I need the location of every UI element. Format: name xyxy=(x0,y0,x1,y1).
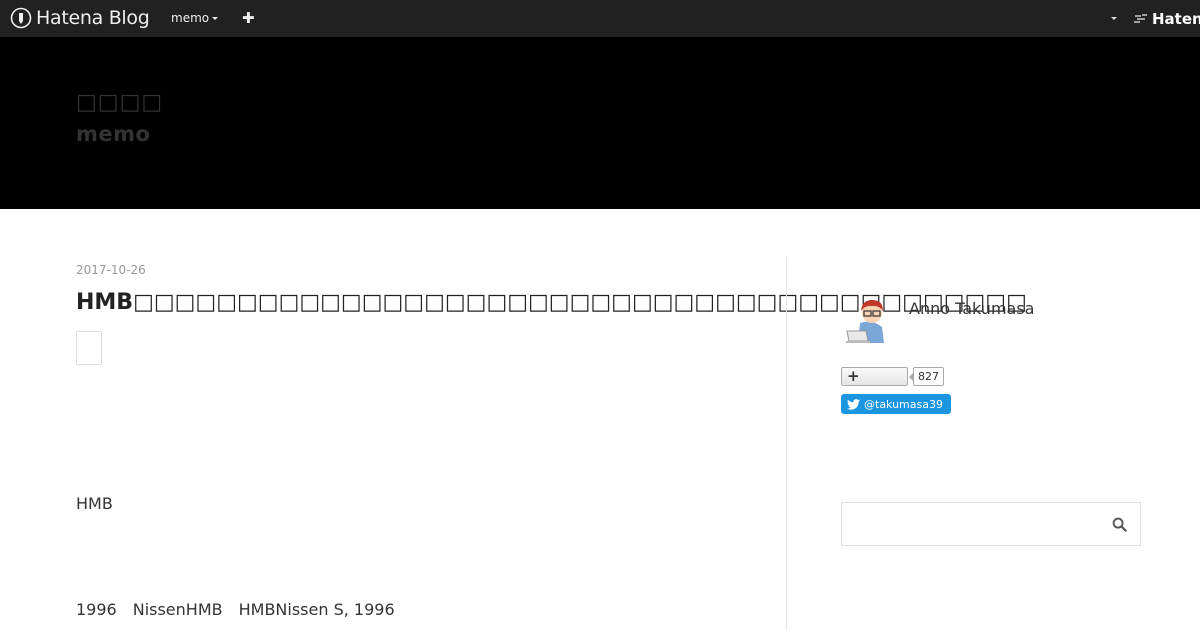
logo-text: Hatena Blog xyxy=(36,7,150,29)
author-avatar-icon xyxy=(846,300,884,343)
follower-count: 827 xyxy=(909,367,944,386)
hatena-label: Hatena xyxy=(1152,10,1200,28)
blog-subtitle: memo xyxy=(76,122,151,146)
hatena-link[interactable]: Hatena xyxy=(1133,10,1200,28)
hatena-bird-icon xyxy=(1134,14,1147,23)
author-name[interactable]: Anno Takumasa xyxy=(909,299,1034,318)
blog-menu-label: memo xyxy=(171,11,210,25)
search-box xyxy=(841,502,1141,546)
twitter-handle: @takumasa39 xyxy=(864,397,943,411)
column-divider xyxy=(786,258,787,630)
twitter-follow-button[interactable]: @takumasa39 xyxy=(841,394,951,414)
add-entry-button[interactable]: ✚ xyxy=(242,10,255,26)
search-icon xyxy=(1112,517,1127,532)
entry-paragraph: HMB xyxy=(76,494,113,513)
hatena-blog-pen-icon xyxy=(10,7,32,29)
plus-icon: + xyxy=(847,367,860,385)
blog-title[interactable]: □□□□ xyxy=(76,90,163,115)
follow-button[interactable]: + xyxy=(841,367,908,386)
entry-date[interactable]: 2017-10-26 xyxy=(76,263,146,277)
blog-menu[interactable]: memo xyxy=(171,11,219,25)
hatena-star-button[interactable] xyxy=(76,331,102,365)
blog-header: □□□□ memo xyxy=(0,37,1200,209)
search-input[interactable] xyxy=(842,503,1100,545)
caret-down-icon xyxy=(212,16,219,20)
entry-paragraph: 1996 NissenHMB HMBNissen S, 1996 xyxy=(76,600,395,619)
avatar[interactable] xyxy=(842,295,892,345)
user-menu-caret-icon[interactable] xyxy=(1111,17,1117,20)
twitter-bird-icon xyxy=(847,398,860,410)
search-button[interactable] xyxy=(1104,509,1134,539)
hatena-blog-logo[interactable]: Hatena Blog xyxy=(10,6,150,30)
top-navbar: Hatena Blog memo ✚ Hatena xyxy=(0,0,1200,37)
